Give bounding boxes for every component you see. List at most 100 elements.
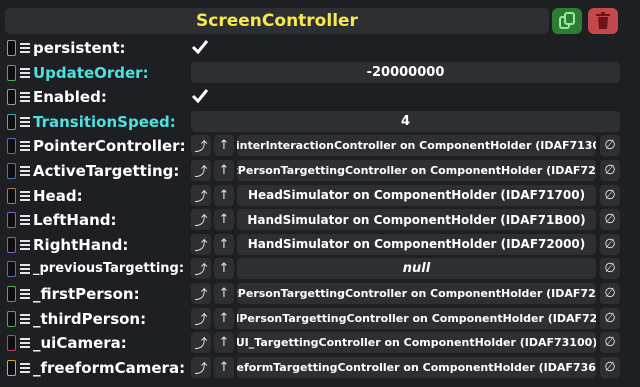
drag-handle-icon[interactable] bbox=[20, 43, 30, 53]
clear-button[interactable]: ∅ bbox=[600, 233, 620, 255]
type-swatch bbox=[7, 163, 16, 179]
up-button[interactable]: ↑ bbox=[214, 135, 234, 157]
up-button[interactable]: ↑ bbox=[214, 160, 234, 181]
clear-button[interactable]: ∅ bbox=[600, 332, 620, 354]
field-row: _thirdPerson: ⤴ ↑ ThirdPersonTargettingCont… bbox=[0, 307, 640, 331]
clear-button[interactable]: ∅ bbox=[600, 356, 620, 378]
jump-button[interactable]: ⤴ bbox=[191, 283, 211, 304]
up-button[interactable]: ↑ bbox=[214, 356, 234, 378]
up-button[interactable]: ↑ bbox=[214, 258, 234, 280]
reference-field[interactable]: FirstPersonTargettingController on Compo… bbox=[237, 283, 596, 304]
drag-handle-icon[interactable] bbox=[20, 215, 30, 226]
up-arrow-icon: ↑ bbox=[218, 138, 230, 154]
jump-button[interactable]: ⤴ bbox=[191, 160, 211, 181]
jump-arrow-icon: ⤴ bbox=[194, 165, 208, 180]
checkbox[interactable] bbox=[191, 38, 211, 58]
up-arrow-icon: ↑ bbox=[218, 310, 230, 326]
jump-button[interactable]: ⤴ bbox=[191, 209, 211, 231]
type-swatch bbox=[7, 310, 16, 327]
up-arrow-icon: ↑ bbox=[218, 261, 230, 277]
up-button[interactable]: ↑ bbox=[214, 184, 234, 206]
component-title: ScreenController bbox=[196, 11, 358, 31]
up-button[interactable]: ↑ bbox=[214, 233, 234, 255]
number-field[interactable]: -20000000 bbox=[191, 61, 620, 83]
type-swatch bbox=[7, 187, 16, 204]
clear-button[interactable]: ∅ bbox=[600, 258, 620, 280]
reference-field[interactable]: ThirdPersonTargettingController on Compo… bbox=[237, 307, 596, 329]
null-icon: ∅ bbox=[604, 335, 616, 351]
jump-button[interactable]: ⤴ bbox=[191, 233, 211, 255]
jump-arrow-icon: ⤴ bbox=[194, 337, 208, 353]
up-button[interactable]: ↑ bbox=[214, 283, 234, 304]
null-icon: ∅ bbox=[604, 261, 616, 277]
drag-handle-icon[interactable] bbox=[20, 166, 30, 176]
jump-arrow-icon: ⤴ bbox=[194, 312, 208, 328]
jump-arrow-icon: ⤴ bbox=[194, 140, 208, 156]
field-label: RightHand: bbox=[33, 235, 129, 254]
up-arrow-icon: ↑ bbox=[218, 335, 230, 351]
null-icon: ∅ bbox=[604, 310, 616, 326]
drag-handle-icon[interactable] bbox=[20, 313, 30, 324]
field-row: ActiveTargetting: ⤴ ↑ FirstPersonTargetting… bbox=[0, 159, 640, 183]
drag-handle-icon[interactable] bbox=[20, 116, 30, 127]
drag-handle-icon[interactable] bbox=[20, 92, 30, 103]
component-header: ScreenController bbox=[5, 8, 549, 34]
drag-handle-icon[interactable] bbox=[20, 67, 30, 78]
field-row: _freeformCamera: ⤴ ↑ FreeformTargettingCont… bbox=[0, 356, 640, 380]
field-row: Enabled: bbox=[0, 85, 640, 109]
jump-button[interactable]: ⤴ bbox=[191, 258, 211, 280]
reference-field[interactable]: FirstPersonTargettingController on Compo… bbox=[237, 160, 596, 181]
drag-handle-icon[interactable] bbox=[20, 338, 30, 349]
reference-field[interactable]: HeadSimulator on ComponentHolder (IDAF71… bbox=[237, 184, 596, 206]
null-icon: ∅ bbox=[604, 359, 616, 375]
clear-button[interactable]: ∅ bbox=[600, 283, 620, 304]
drag-handle-icon[interactable] bbox=[20, 141, 30, 152]
field-label: _previousTargetting: bbox=[33, 261, 185, 277]
reference-field[interactable]: UI_TargettingController on ComponentHold… bbox=[237, 332, 596, 354]
null-icon: ∅ bbox=[604, 163, 616, 178]
jump-arrow-icon: ⤴ bbox=[194, 288, 208, 303]
field-row: RightHand: ⤴ ↑ HandSimulator on ComponentHo… bbox=[0, 233, 640, 257]
reference-field[interactable]: HandSimulator on ComponentHolder (IDAF71… bbox=[237, 209, 596, 231]
jump-button[interactable]: ⤴ bbox=[191, 307, 211, 329]
field-row: UpdateOrder: -20000000 bbox=[0, 61, 640, 85]
up-button[interactable]: ↑ bbox=[214, 209, 234, 231]
field-label: persistent: bbox=[33, 39, 126, 57]
jump-arrow-icon: ⤴ bbox=[194, 263, 208, 279]
type-swatch bbox=[7, 64, 16, 81]
jump-button[interactable]: ⤴ bbox=[191, 332, 211, 354]
clear-button[interactable]: ∅ bbox=[600, 307, 620, 329]
clear-button[interactable]: ∅ bbox=[600, 209, 620, 231]
jump-button[interactable]: ⤴ bbox=[191, 135, 211, 157]
clear-button[interactable]: ∅ bbox=[600, 160, 620, 181]
checkbox[interactable] bbox=[191, 87, 211, 107]
drag-handle-icon[interactable] bbox=[20, 264, 30, 275]
drag-handle-icon[interactable] bbox=[20, 190, 30, 201]
jump-button[interactable]: ⤴ bbox=[191, 356, 211, 378]
drag-handle-icon[interactable] bbox=[20, 289, 30, 299]
reference-field[interactable]: FreeformTargettingController on Componen… bbox=[237, 356, 596, 378]
field-row: PointerController: ⤴ ↑ PointerInteractionCo… bbox=[0, 134, 640, 158]
drag-handle-icon[interactable] bbox=[20, 362, 30, 373]
clear-button[interactable]: ∅ bbox=[600, 184, 620, 206]
drag-handle-icon[interactable] bbox=[20, 239, 30, 250]
type-swatch bbox=[7, 113, 16, 130]
field-row: _uiCamera: ⤴ ↑ UI_TargettingController on C… bbox=[0, 331, 640, 355]
duplicate-button[interactable] bbox=[552, 8, 582, 34]
field-label: LeftHand: bbox=[33, 211, 117, 230]
up-button[interactable]: ↑ bbox=[214, 307, 234, 329]
reference-field[interactable]: PointerInteractionController on Componen… bbox=[237, 135, 596, 157]
reference-field[interactable]: HandSimulator on ComponentHolder (IDAF72… bbox=[237, 233, 596, 255]
up-arrow-icon: ↑ bbox=[218, 359, 230, 375]
delete-button[interactable] bbox=[588, 8, 618, 34]
jump-button[interactable]: ⤴ bbox=[191, 184, 211, 206]
up-button[interactable]: ↑ bbox=[214, 332, 234, 354]
field-label: _thirdPerson: bbox=[33, 309, 147, 328]
type-swatch bbox=[7, 359, 16, 376]
reference-field[interactable]: null bbox=[237, 258, 596, 280]
field-label: TransitionSpeed: bbox=[33, 112, 176, 131]
clear-button[interactable]: ∅ bbox=[600, 135, 620, 157]
type-swatch bbox=[7, 261, 16, 278]
field-row: TransitionSpeed: 4 bbox=[0, 110, 640, 134]
number-field[interactable]: 4 bbox=[191, 110, 620, 132]
